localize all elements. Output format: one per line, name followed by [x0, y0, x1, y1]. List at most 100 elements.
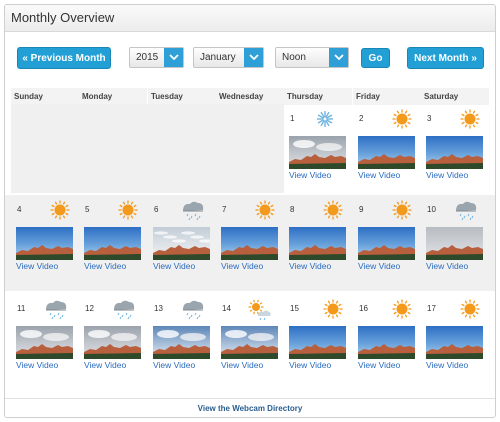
webcam-thumbnail[interactable] [16, 326, 73, 359]
day-number: 5 [85, 205, 90, 214]
webcam-thumbnail[interactable] [84, 326, 141, 359]
sun-icon [389, 199, 415, 221]
view-video-link[interactable]: View Video [153, 360, 195, 370]
webcam-thumbnail[interactable] [358, 136, 415, 169]
calendar-day-13: 13 View Video [148, 294, 216, 389]
month-select-value: January [200, 52, 236, 63]
webcam-directory-link[interactable]: View the Webcam Directory [5, 398, 495, 418]
webcam-thumbnail[interactable] [289, 136, 346, 169]
snowflake-icon [312, 108, 338, 130]
view-video-link[interactable]: View Video [426, 261, 468, 271]
calendar-day-4: 4 View Video [11, 195, 79, 290]
calendar-day-2: 2 View Video [353, 104, 421, 199]
webcam-thumbnail[interactable] [153, 227, 210, 260]
year-select-value: 2015 [136, 52, 159, 63]
calendar-day-17: 17 View Video [421, 294, 489, 389]
chevron-down-icon [244, 48, 263, 67]
view-video-link[interactable]: View Video [289, 360, 331, 370]
cloud-rain-icon [43, 298, 69, 320]
calendar-day-1: 1 View Video [284, 104, 352, 199]
calendar-day-14: 14 View Video [216, 294, 284, 389]
view-video-link[interactable]: View Video [426, 170, 468, 180]
time-select-value: Noon [282, 52, 306, 63]
weekday-header-wednesday: Wednesday [216, 88, 284, 105]
webcam-thumbnail[interactable] [289, 227, 346, 260]
day-number: 9 [359, 205, 364, 214]
webcam-thumbnail[interactable] [358, 326, 415, 359]
webcam-thumbnail[interactable] [289, 326, 346, 359]
cloud-rain-icon [453, 199, 479, 221]
webcam-thumbnail[interactable] [358, 227, 415, 260]
time-select[interactable]: Noon [275, 47, 349, 68]
view-video-link[interactable]: View Video [16, 360, 58, 370]
calendar-day-6: 6 View Video [148, 195, 216, 290]
day-number: 7 [222, 205, 227, 214]
weekday-header-friday: Friday [353, 88, 421, 105]
cloud-rain-icon [111, 298, 137, 320]
webcam-thumbnail[interactable] [16, 227, 73, 260]
day-number: 2 [359, 114, 364, 123]
sun-icon [320, 199, 346, 221]
panel-title: Monthly Overview [11, 10, 115, 25]
weekday-header-thursday: Thursday [284, 88, 352, 105]
calendar-day-12: 12 View Video [79, 294, 147, 389]
day-number: 11 [17, 304, 26, 313]
sun-icon [47, 199, 73, 221]
weekday-header-monday: Monday [79, 88, 147, 105]
monthly-overview-panel: Monthly Overview « Previous Month 2015 J… [4, 4, 496, 418]
view-video-link[interactable]: View Video [221, 360, 263, 370]
webcam-thumbnail[interactable] [221, 326, 278, 359]
day-number: 6 [154, 205, 159, 214]
calendar-day-8: 8 View Video [284, 195, 352, 290]
webcam-thumbnail[interactable] [84, 227, 141, 260]
sun-icon [320, 298, 346, 320]
sun-icon [457, 108, 483, 130]
sun-icon [457, 298, 483, 320]
view-video-link[interactable]: View Video [358, 170, 400, 180]
sun-icon [389, 108, 415, 130]
calendar-day-5: 5 View Video [79, 195, 147, 290]
day-number: 10 [427, 205, 436, 214]
webcam-thumbnail[interactable] [221, 227, 278, 260]
view-video-link[interactable]: View Video [426, 360, 468, 370]
webcam-thumbnail[interactable] [426, 136, 483, 169]
view-video-link[interactable]: View Video [289, 261, 331, 271]
webcam-thumbnail[interactable] [426, 326, 483, 359]
partly-sunny-icon [246, 298, 272, 321]
view-video-link[interactable]: View Video [153, 261, 195, 271]
weekday-header-tuesday: Tuesday [148, 88, 216, 105]
calendar-day-15: 15 View Video [284, 294, 352, 389]
chevron-down-icon [164, 48, 183, 67]
chevron-down-icon [329, 48, 348, 67]
previous-month-button[interactable]: « Previous Month [17, 47, 111, 69]
sun-icon [252, 199, 278, 221]
day-number: 3 [427, 114, 432, 123]
calendar-day-10: 10 View Video [421, 195, 489, 290]
next-month-button[interactable]: Next Month » [407, 47, 484, 69]
view-video-link[interactable]: View Video [221, 261, 263, 271]
view-video-link[interactable]: View Video [16, 261, 58, 271]
day-number: 13 [154, 304, 163, 313]
view-video-link[interactable]: View Video [84, 261, 126, 271]
empty-days-placeholder [11, 104, 284, 193]
day-number: 14 [222, 304, 231, 313]
sun-icon [389, 298, 415, 320]
day-number: 17 [427, 304, 436, 313]
panel-header: Monthly Overview [5, 5, 495, 32]
view-video-link[interactable]: View Video [358, 360, 400, 370]
month-select[interactable]: January [193, 47, 264, 68]
webcam-thumbnail[interactable] [426, 227, 483, 260]
day-number: 4 [17, 205, 22, 214]
view-video-link[interactable]: View Video [358, 261, 400, 271]
view-video-link[interactable]: View Video [289, 170, 331, 180]
sun-icon [115, 199, 141, 221]
day-number: 1 [290, 114, 295, 123]
webcam-thumbnail[interactable] [153, 326, 210, 359]
day-number: 15 [290, 304, 299, 313]
calendar-day-11: 11 View Video [11, 294, 79, 389]
view-video-link[interactable]: View Video [84, 360, 126, 370]
calendar-day-7: 7 View Video [216, 195, 284, 290]
day-number: 12 [85, 304, 94, 313]
year-select[interactable]: 2015 [129, 47, 184, 68]
go-button[interactable]: Go [361, 48, 390, 68]
